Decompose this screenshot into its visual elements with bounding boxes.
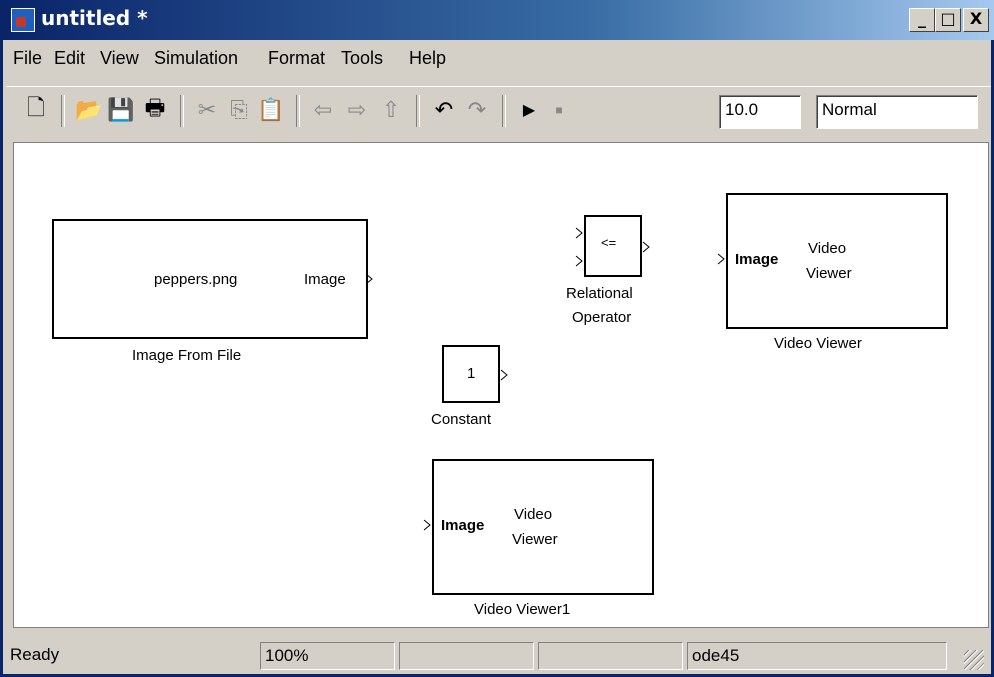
- input-port-icon[interactable]: [575, 227, 584, 239]
- video-viewer-port-label: Image: [735, 251, 779, 268]
- up-icon[interactable]: ⇧: [376, 95, 406, 125]
- video-viewer1-block[interactable]: Image Video Viewer: [423, 459, 654, 595]
- maximize-button[interactable]: □: [935, 8, 961, 32]
- new-icon[interactable]: 🗋: [21, 95, 51, 125]
- menu-file[interactable]: File: [13, 48, 42, 69]
- back-icon[interactable]: ⇦: [308, 95, 338, 125]
- relational-operator-label-line1: Relational: [566, 285, 633, 302]
- relational-operator-block[interactable]: <=: [575, 215, 650, 277]
- relational-operator-label-line2: Operator: [572, 309, 632, 326]
- copy-icon[interactable]: ⎘: [224, 95, 254, 125]
- model-canvas[interactable]: peppers.png Image Image From File <= Rel…: [13, 142, 989, 628]
- menu-simulation[interactable]: Simulation: [154, 48, 238, 69]
- constant-block[interactable]: 1: [442, 345, 508, 403]
- status-ready: Ready: [10, 645, 60, 664]
- video-viewer1-title-line2: Viewer: [512, 531, 558, 548]
- window-title: untitled *: [41, 6, 148, 30]
- menu-tools[interactable]: Tools: [341, 48, 383, 69]
- menu-format[interactable]: Format: [268, 48, 325, 69]
- constant-label: Constant: [431, 411, 492, 428]
- simulink-window: untitled * _ □ X File Edit View Simulati…: [0, 0, 994, 677]
- toolbar-separator: [502, 95, 506, 127]
- toolbar-separator: [296, 95, 300, 127]
- image-from-file-port-label: Image: [304, 271, 346, 288]
- output-port-icon[interactable]: [500, 369, 509, 381]
- video-viewer1-port-label: Image: [441, 517, 485, 534]
- status-empty-1: [399, 642, 534, 670]
- open-icon[interactable]: 📂: [74, 95, 104, 125]
- cut-icon[interactable]: ✂: [192, 95, 222, 125]
- save-icon[interactable]: 💾: [106, 95, 136, 125]
- image-from-file-block[interactable]: peppers.png Image: [52, 219, 373, 339]
- close-button[interactable]: X: [963, 8, 989, 32]
- image-from-file-filename: peppers.png: [154, 271, 238, 288]
- menu-edit[interactable]: Edit: [54, 48, 85, 69]
- print-icon[interactable]: 🖶: [140, 95, 170, 125]
- video-viewer-title-line2: Viewer: [806, 265, 852, 282]
- video-viewer-label: Video Viewer: [774, 335, 862, 352]
- status-bar: Ready 100% ode45: [6, 640, 991, 674]
- paste-icon[interactable]: 📋: [256, 95, 286, 125]
- menu-help[interactable]: Help: [409, 48, 446, 69]
- play-icon[interactable]: ▶: [514, 95, 544, 125]
- undo-icon[interactable]: ↶: [429, 95, 459, 125]
- simulation-mode-select[interactable]: Normal: [816, 95, 978, 129]
- minimize-button[interactable]: _: [909, 8, 935, 32]
- output-port-icon[interactable]: [365, 273, 374, 285]
- video-viewer-block[interactable]: Image Video Viewer: [717, 193, 948, 329]
- forward-icon[interactable]: ⇨: [342, 95, 372, 125]
- relational-operator-symbol: <=: [601, 235, 617, 250]
- redo-icon[interactable]: ↷: [462, 95, 492, 125]
- toolbar-separator: [61, 95, 65, 127]
- input-port-icon[interactable]: [717, 253, 726, 265]
- constant-value: 1: [467, 365, 476, 382]
- stop-time-field[interactable]: 10.0: [719, 95, 801, 129]
- status-solver: ode45: [687, 642, 947, 670]
- video-viewer1-title-line1: Video: [514, 506, 553, 523]
- video-viewer-title-line1: Video: [808, 240, 847, 257]
- toolbar-separator: [180, 95, 184, 127]
- stop-icon[interactable]: ■: [544, 95, 574, 125]
- status-empty-2: [538, 642, 683, 670]
- title-bar[interactable]: untitled * _ □ X: [3, 0, 994, 40]
- resize-grip-icon[interactable]: [964, 650, 984, 670]
- status-zoom: 100%: [260, 642, 395, 670]
- simulink-app-icon: [11, 8, 35, 32]
- toolbar-separator: [416, 95, 420, 127]
- input-port-icon[interactable]: [423, 519, 432, 531]
- input-port-icon[interactable]: [575, 255, 584, 267]
- menu-view[interactable]: View: [100, 48, 139, 69]
- menu-bar: File Edit View Simulation Format Tools H…: [6, 44, 991, 74]
- video-viewer1-label: Video Viewer1: [474, 601, 571, 618]
- output-port-icon[interactable]: [642, 241, 651, 253]
- image-from-file-label: Image From File: [132, 347, 242, 364]
